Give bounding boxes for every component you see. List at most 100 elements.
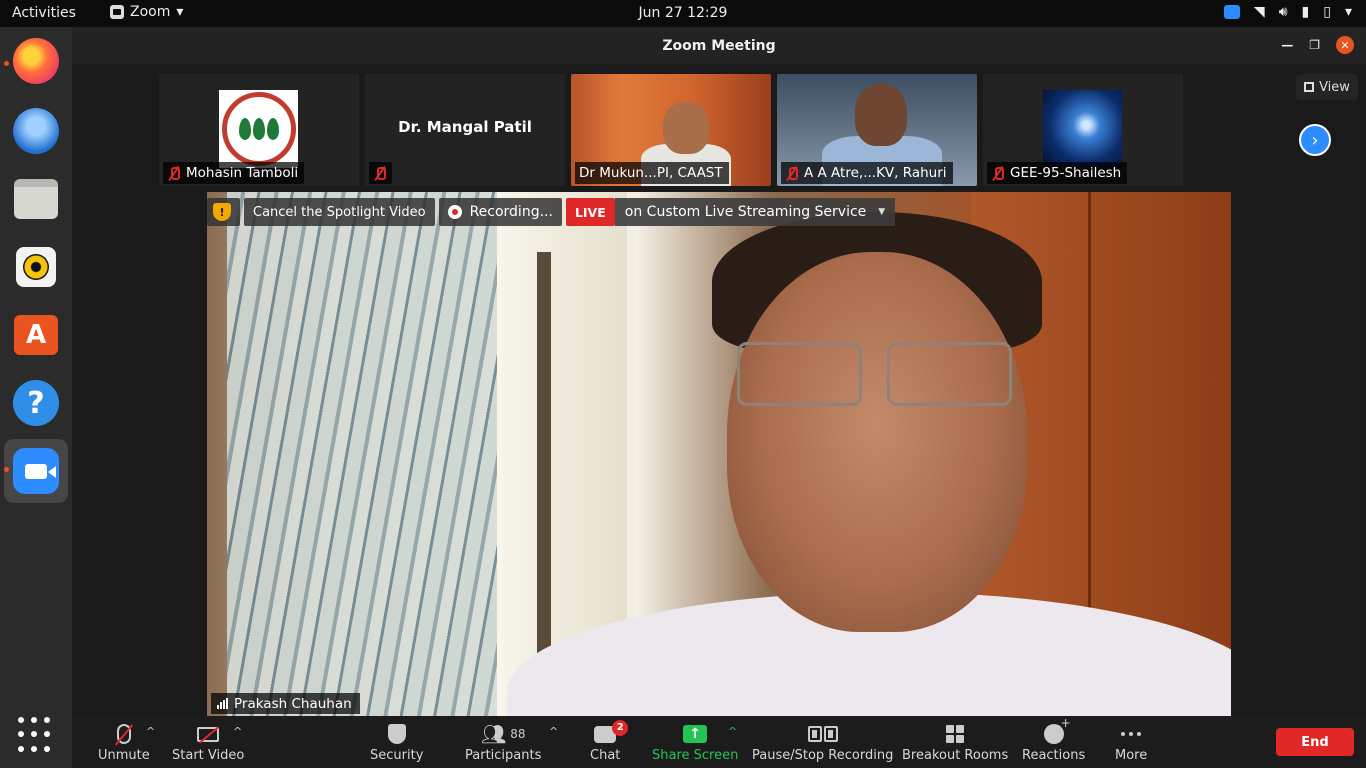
- more-label: More: [1115, 748, 1148, 763]
- more-button[interactable]: More: [1115, 722, 1147, 763]
- audio-level-icon: [217, 698, 228, 709]
- participant-tile[interactable]: A A Atre,...KV, Rahuri: [777, 74, 977, 186]
- mic-muted-icon: [373, 166, 386, 181]
- close-button[interactable]: ✕: [1336, 36, 1354, 54]
- video-off-icon: [197, 726, 220, 742]
- pause-stop-recording-button[interactable]: Pause/Stop Recording: [752, 722, 893, 763]
- power-menu-icon: ▾: [1344, 4, 1352, 20]
- cancel-spotlight-button[interactable]: !: [207, 198, 240, 226]
- firefox-icon: [13, 38, 59, 84]
- app-menu-label: Zoom: [130, 4, 171, 20]
- breakout-rooms-button[interactable]: Breakout Rooms: [902, 722, 1008, 763]
- reactions-icon: [1043, 716, 1071, 744]
- audio-options-caret[interactable]: ^: [146, 725, 155, 738]
- clock[interactable]: Jun 27 12:29: [0, 5, 1366, 21]
- view-label: View: [1319, 79, 1350, 95]
- participant-display-name: Dr. Mangal Patil: [398, 118, 532, 136]
- participant-name: Mohasin Tamboli: [186, 165, 299, 181]
- recording-indicator[interactable]: Recording...: [438, 198, 562, 226]
- firefox-launcher[interactable]: [10, 35, 62, 87]
- files-launcher[interactable]: [10, 173, 62, 225]
- show-applications-button[interactable]: [18, 717, 54, 753]
- breakout-rooms-label: Breakout Rooms: [902, 748, 1009, 763]
- participant-name: Dr Mukun...PI, CAAST: [579, 165, 723, 181]
- share-options-caret[interactable]: ^: [728, 725, 737, 738]
- pause-stop-icon: [807, 726, 838, 742]
- participants-icon: 👥︎: [480, 722, 507, 746]
- unmute-label: Unmute: [98, 748, 150, 763]
- activities-button[interactable]: Activities: [12, 5, 76, 21]
- chevron-down-icon: ▼: [878, 207, 886, 217]
- security-label: Security: [370, 748, 424, 763]
- cancel-spotlight-label: Cancel the Spotlight Video: [253, 204, 426, 220]
- participant-video-face: [855, 84, 907, 146]
- running-indicator: [4, 61, 9, 66]
- speaker-video: [737, 342, 1017, 412]
- meeting-area: Mohasin Tamboli Dr. Mangal Patil Dr Muku…: [72, 64, 1366, 716]
- participant-tile[interactable]: Dr Mukun...PI, CAAST: [571, 74, 771, 186]
- participant-name-tag: Dr Mukun...PI, CAAST: [575, 162, 729, 184]
- participant-name-tag: [369, 162, 392, 184]
- zoom-launcher[interactable]: [4, 439, 68, 503]
- shield-icon: !: [213, 203, 231, 221]
- zoom-icon: [13, 448, 59, 494]
- view-button[interactable]: View: [1296, 74, 1358, 100]
- system-tray[interactable]: ◥ 🔊︎ ▮ ▯ ▾: [1223, 4, 1352, 20]
- participant-tile[interactable]: GEE-95-Shailesh: [983, 74, 1183, 186]
- zoom-app-icon: [110, 5, 124, 19]
- help-launcher[interactable]: ?: [10, 377, 62, 429]
- battery-icon: ▯: [1323, 4, 1331, 20]
- window-titlebar: Zoom Meeting — ❐ ✕: [72, 27, 1366, 64]
- dock: A ?: [0, 27, 72, 768]
- live-service-label: on Custom Live Streaming Service: [624, 204, 867, 220]
- rhythmbox-launcher[interactable]: [10, 241, 62, 293]
- live-stream-indicator[interactable]: LIVE on Custom Live Streaming Service ▼: [565, 198, 896, 226]
- live-service-chip: on Custom Live Streaming Service ▼: [614, 198, 896, 226]
- chat-label: Chat: [590, 748, 621, 763]
- shield-icon: [387, 724, 406, 744]
- thunderbird-launcher[interactable]: [10, 105, 62, 157]
- more-icon: [1121, 732, 1142, 736]
- unmute-button[interactable]: Unmute: [98, 722, 150, 763]
- participant-count: 88: [510, 727, 526, 741]
- software-store-icon: A: [14, 315, 58, 355]
- system-top-bar: Activities Zoom ▾ Jun 27 12:29 ◥ 🔊︎ ▮ ▯ …: [0, 0, 1366, 27]
- app-menu[interactable]: Zoom ▾: [110, 4, 183, 20]
- next-page-button[interactable]: ›: [1299, 124, 1331, 156]
- wifi-icon: ◥: [1253, 4, 1265, 20]
- minimize-button[interactable]: —: [1281, 38, 1293, 52]
- university-logo: [219, 90, 298, 168]
- grid-view-icon: [1304, 82, 1315, 92]
- spotlight-video[interactable]: [207, 192, 1231, 716]
- software-launcher[interactable]: A: [10, 309, 62, 361]
- participants-label: Participants: [465, 748, 542, 763]
- participant-tile[interactable]: Dr. Mangal Patil: [365, 74, 565, 186]
- participants-button[interactable]: 👥︎ 88 Participants: [465, 722, 541, 763]
- reactions-button[interactable]: Reactions: [1022, 716, 1085, 763]
- video-options-caret[interactable]: ^: [233, 725, 242, 738]
- security-button[interactable]: Security: [370, 722, 423, 763]
- zoom-tray-icon[interactable]: [1223, 5, 1240, 19]
- participant-tile[interactable]: Mohasin Tamboli: [159, 74, 359, 186]
- maximize-button[interactable]: ❐: [1309, 38, 1320, 52]
- breakout-rooms-icon: [946, 725, 965, 743]
- share-screen-button[interactable]: ↑ Share Screen: [652, 722, 738, 763]
- mic-muted-icon: [991, 166, 1004, 181]
- participant-name: A A Atre,...KV, Rahuri: [804, 165, 947, 181]
- files-icon: [14, 179, 58, 219]
- participant-name-tag: Mohasin Tamboli: [163, 162, 305, 184]
- participants-options-caret[interactable]: ^: [549, 725, 558, 738]
- live-badge: LIVE: [565, 198, 615, 226]
- rhythmbox-icon: [16, 247, 56, 287]
- window-title: Zoom Meeting: [662, 37, 776, 54]
- end-meeting-button[interactable]: End: [1276, 728, 1354, 756]
- chat-button[interactable]: 2 Chat: [590, 719, 629, 763]
- microphone-muted-icon: [116, 724, 131, 744]
- cancel-spotlight-label-chip[interactable]: Cancel the Spotlight Video: [244, 198, 435, 226]
- active-speaker-tag: Prakash Chauhan: [211, 693, 360, 714]
- video-background: [227, 192, 497, 716]
- profile-picture: [1043, 90, 1122, 168]
- active-speaker-name: Prakash Chauhan: [234, 695, 352, 712]
- running-indicator: [4, 467, 9, 472]
- start-video-label: Start Video: [172, 748, 245, 763]
